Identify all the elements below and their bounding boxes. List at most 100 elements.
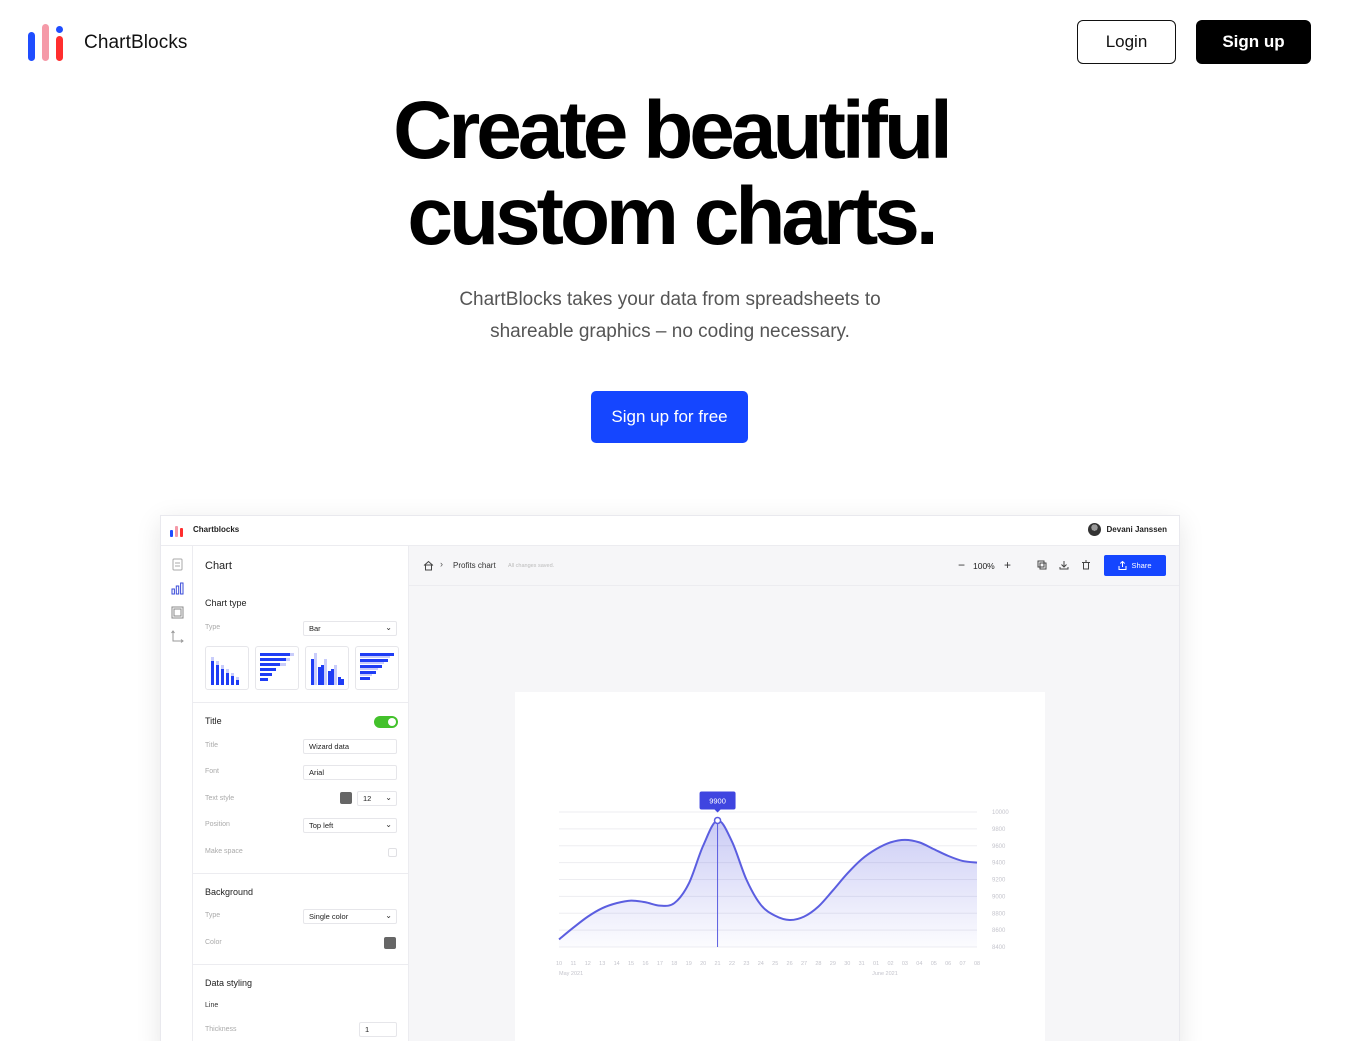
share-label: Share [1131, 561, 1152, 570]
frame-icon[interactable] [171, 606, 184, 619]
top-navigation: ChartBlocks Login Sign up [0, 0, 1354, 90]
x-tick-label: 04 [916, 961, 922, 967]
x-tick-label: 20 [700, 961, 706, 967]
x-tick-label: 08 [974, 961, 980, 967]
x-tick-label: 22 [729, 961, 735, 967]
thickness-input[interactable]: 1 [359, 1022, 397, 1037]
bar-chart-icon[interactable] [171, 582, 184, 595]
text-size-select[interactable]: 12 ⌄ [357, 791, 397, 806]
chart-canvas-area: › Profits chart All changes saved. − 100… [409, 546, 1179, 1041]
tool-rail [161, 546, 193, 1041]
x-tick-label: 27 [801, 961, 807, 967]
area-fill [559, 820, 977, 947]
horizontal-bars-icon[interactable] [255, 646, 299, 690]
x-tick-label: 18 [671, 961, 677, 967]
login-button[interactable]: Login [1077, 20, 1176, 64]
x-tick-label: 26 [787, 961, 793, 967]
background-color-swatch[interactable] [384, 937, 396, 949]
chart-type-select[interactable]: Bar ⌄ [303, 621, 397, 636]
thickness-label: Thickness [205, 1026, 237, 1033]
divider [193, 702, 409, 703]
zoom-level: 100% [973, 561, 995, 571]
home-icon[interactable] [423, 560, 434, 571]
download-icon[interactable] [1059, 560, 1069, 570]
data-styling-heading: Data styling [205, 978, 253, 988]
zoom-out-icon[interactable]: − [958, 558, 965, 572]
title-toggle[interactable] [374, 716, 398, 728]
chevron-down-icon: ⌄ [385, 911, 392, 920]
position-select[interactable]: Top left ⌄ [303, 818, 397, 833]
app-name: Chartblocks [193, 525, 240, 534]
share-icon [1118, 561, 1127, 570]
x-tick-label: 01 [873, 961, 879, 967]
title-heading: Title [205, 716, 222, 726]
user-menu[interactable]: Devani Janssen [1087, 523, 1167, 536]
position-value: Top left [309, 821, 334, 830]
axes-icon[interactable] [171, 630, 184, 643]
chevron-down-icon: ⌄ [385, 793, 392, 802]
type-label: Type [205, 624, 221, 631]
trash-icon[interactable] [1081, 560, 1091, 570]
chartblocks-logo-icon [28, 24, 63, 62]
chevron-down-icon: ⌄ [385, 623, 392, 632]
save-status: All changes saved. [508, 563, 555, 569]
hero-subtitle: ChartBlocks takes your data from spreads… [0, 284, 1340, 348]
x-tick-label: 21 [714, 961, 720, 967]
x-tick-label: 12 [585, 961, 591, 967]
duplicate-icon[interactable] [1037, 560, 1047, 570]
font-label: Font [205, 768, 220, 775]
share-button[interactable]: Share [1104, 555, 1166, 576]
vertical-bars-icon[interactable] [205, 646, 249, 690]
x-tick-label: 17 [657, 961, 663, 967]
app-header: Chartblocks Devani Janssen [161, 516, 1179, 546]
x-tick-label: 16 [642, 961, 648, 967]
font-input-value: Arial [309, 768, 325, 777]
background-type-select[interactable]: Single color ⌄ [303, 909, 397, 924]
x-tick-label: 14 [614, 961, 620, 967]
x-tick-label: 02 [887, 961, 893, 967]
highlight-point [713, 816, 722, 825]
signup-button[interactable]: Sign up [1196, 20, 1311, 64]
y-tick-label: 10000 [992, 810, 1009, 816]
text-color-swatch[interactable] [340, 792, 352, 804]
x-tick-label: 24 [758, 961, 764, 967]
breadcrumb[interactable]: Profits chart [453, 561, 496, 570]
stacked-bars-icon[interactable] [355, 646, 399, 690]
title-input-value: Wizard data [309, 742, 350, 751]
thickness-value: 1 [365, 1025, 370, 1034]
line-chart[interactable]: 10000 9800 9600 9400 9200 9000 8800 8600 8400 990… [515, 692, 1045, 1041]
canvas-toolbar: › Profits chart All changes saved. − 100… [409, 546, 1179, 586]
hero-subtitle-line1: ChartBlocks takes your data from spreads… [459, 289, 881, 310]
user-name: Devani Janssen [1106, 525, 1167, 534]
background-type-label: Type [205, 912, 221, 919]
chartblocks-logo-icon [170, 525, 184, 537]
font-input[interactable]: Arial [303, 765, 397, 780]
title-label: Title [205, 742, 218, 749]
x-tick-label: 29 [830, 961, 836, 967]
background-color-label: Color [205, 939, 222, 946]
x-group-label: June 2021 [872, 971, 898, 977]
divider [193, 873, 409, 874]
brand[interactable]: ChartBlocks [28, 24, 188, 62]
x-tick-label: 31 [859, 961, 865, 967]
app-preview: Chartblocks Devani Janssen Chart Chart t… [160, 515, 1180, 1041]
grouped-bars-icon[interactable] [305, 646, 349, 690]
x-tick-label: 10 [556, 961, 562, 967]
background-type-value: Single color [309, 912, 349, 921]
zoom-in-icon[interactable]: + [1004, 558, 1011, 572]
y-tick-label: 9400 [992, 861, 1006, 867]
x-tick-label: 11 [571, 961, 577, 967]
panel-heading: Chart [205, 560, 232, 572]
text-size-value: 12 [363, 794, 372, 803]
document-icon[interactable] [171, 558, 184, 571]
x-tick-label: 15 [628, 961, 634, 967]
chart-paper: 10000 9800 9600 9400 9200 9000 8800 8600 8400 990… [515, 692, 1045, 1041]
y-tick-label: 8400 [992, 945, 1006, 951]
make-space-checkbox[interactable] [388, 848, 397, 857]
title-input[interactable]: Wizard data [303, 739, 397, 754]
x-tick-label: 03 [902, 961, 908, 967]
signup-free-button[interactable]: Sign up for free [591, 391, 748, 443]
y-tick-label: 9200 [992, 878, 1006, 884]
brand-name: ChartBlocks [84, 32, 188, 53]
x-tick-label: 25 [772, 961, 778, 967]
